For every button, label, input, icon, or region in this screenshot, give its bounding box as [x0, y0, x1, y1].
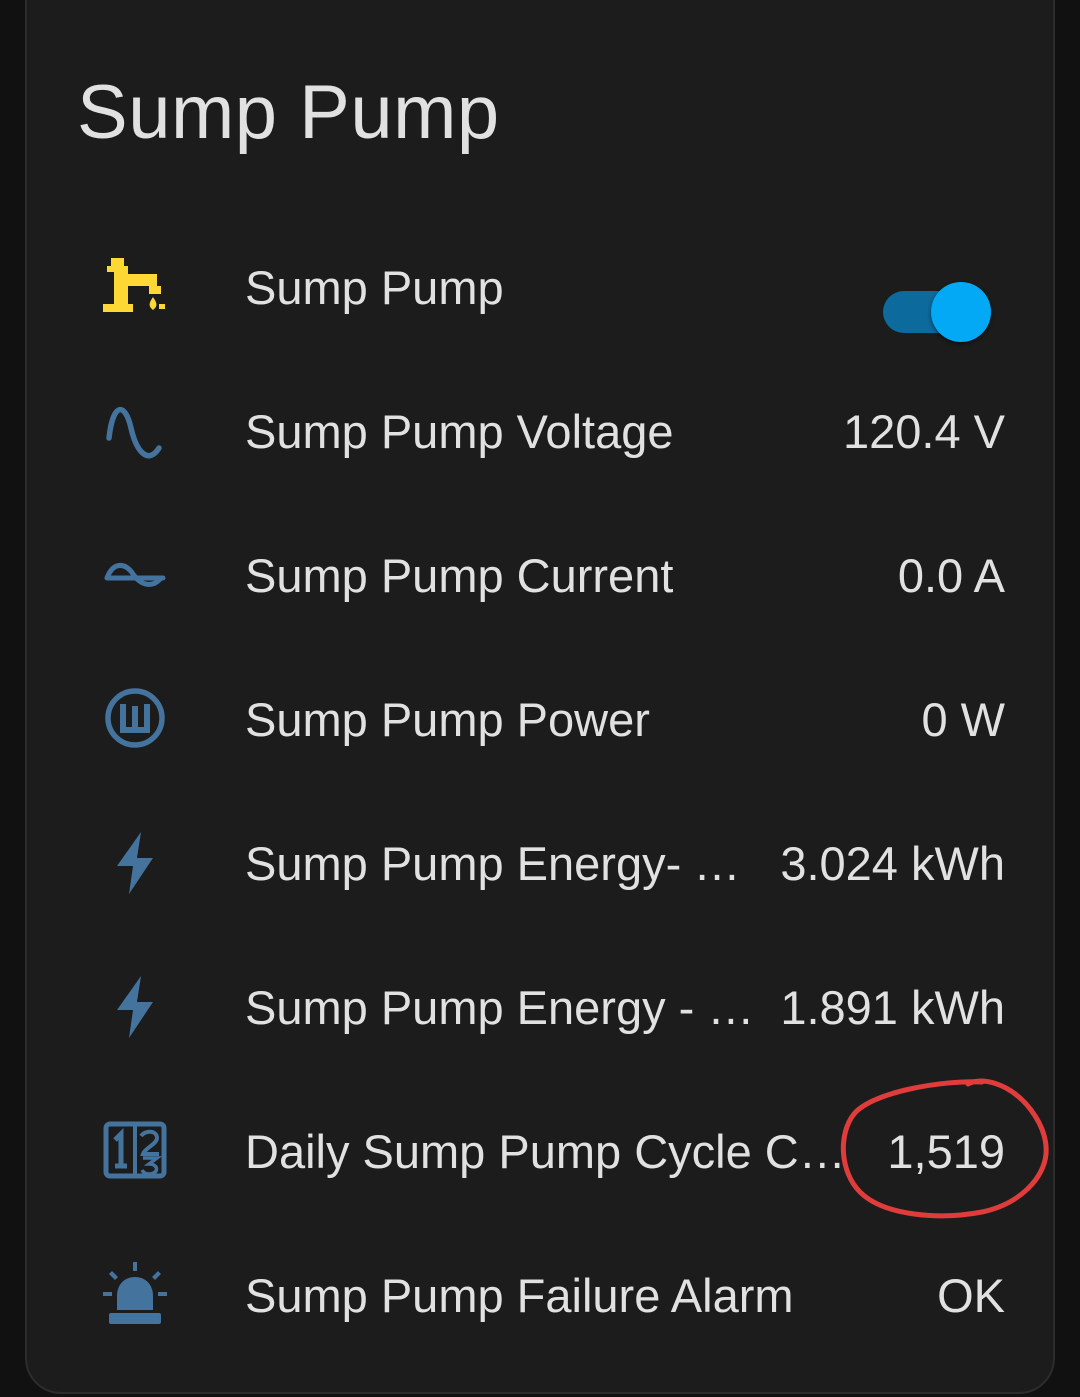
entity-name: Sump Pump Voltage: [245, 405, 674, 458]
current-ac-icon[interactable]: [103, 542, 167, 606]
entity-state: OK: [937, 1269, 1005, 1322]
entity-name: Sump Pump Energy - …: [245, 981, 755, 1034]
entity-name: Sump Pump Power: [245, 693, 650, 746]
numeric-icon[interactable]: [103, 1118, 167, 1182]
entity-state: 0 W: [921, 693, 1005, 746]
flash-icon[interactable]: [103, 830, 167, 894]
entity-row-power[interactable]: Sump Pump Power 0 W: [27, 644, 1057, 788]
card-title: Sump Pump: [77, 70, 500, 155]
entity-row-voltage[interactable]: Sump Pump Voltage 120.4 V: [27, 356, 1057, 500]
entity-name: Daily Sump Pump Cycle Co…: [245, 1125, 865, 1178]
alpha-w-circle-icon[interactable]: [103, 686, 167, 750]
entity-state: 120.4 V: [842, 405, 1005, 458]
entity-row-failure-alarm[interactable]: Sump Pump Failure Alarm OK: [27, 1220, 1057, 1364]
entity-state: 1.891 kWh: [780, 981, 1005, 1034]
entity-row-current[interactable]: Sump Pump Current 0.0 A: [27, 500, 1057, 644]
entity-row-cycle-count[interactable]: Daily Sump Pump Cycle Co… 1,519: [27, 1076, 1057, 1220]
entity-name: Sump Pump Failure Alarm: [245, 1269, 794, 1322]
alarm-light-icon[interactable]: [103, 1262, 167, 1326]
entity-state: 3.024 kWh: [780, 837, 1005, 890]
sine-wave-icon[interactable]: [103, 398, 167, 462]
toggle-thumb: [931, 282, 991, 342]
sump-pump-toggle[interactable]: [883, 282, 993, 342]
flash-icon[interactable]: [103, 974, 167, 1038]
entity-name: Sump Pump Energy- T…: [245, 837, 755, 890]
entity-state: 0.0 A: [897, 549, 1005, 602]
entity-state: 1,519: [887, 1125, 1005, 1178]
entity-name: Sump Pump: [245, 261, 504, 314]
entity-name: Sump Pump Current: [245, 549, 674, 602]
entity-row-sump-pump[interactable]: Sump Pump: [27, 212, 1057, 356]
water-pump-icon[interactable]: [103, 254, 167, 318]
entity-row-energy-daily[interactable]: Sump Pump Energy - … 1.891 kWh: [27, 932, 1057, 1076]
entities-card: Sump Pump Sump Pump Sump Pump Voltage 12…: [25, 0, 1055, 1394]
entity-row-energy-total[interactable]: Sump Pump Energy- T… 3.024 kWh: [27, 788, 1057, 932]
